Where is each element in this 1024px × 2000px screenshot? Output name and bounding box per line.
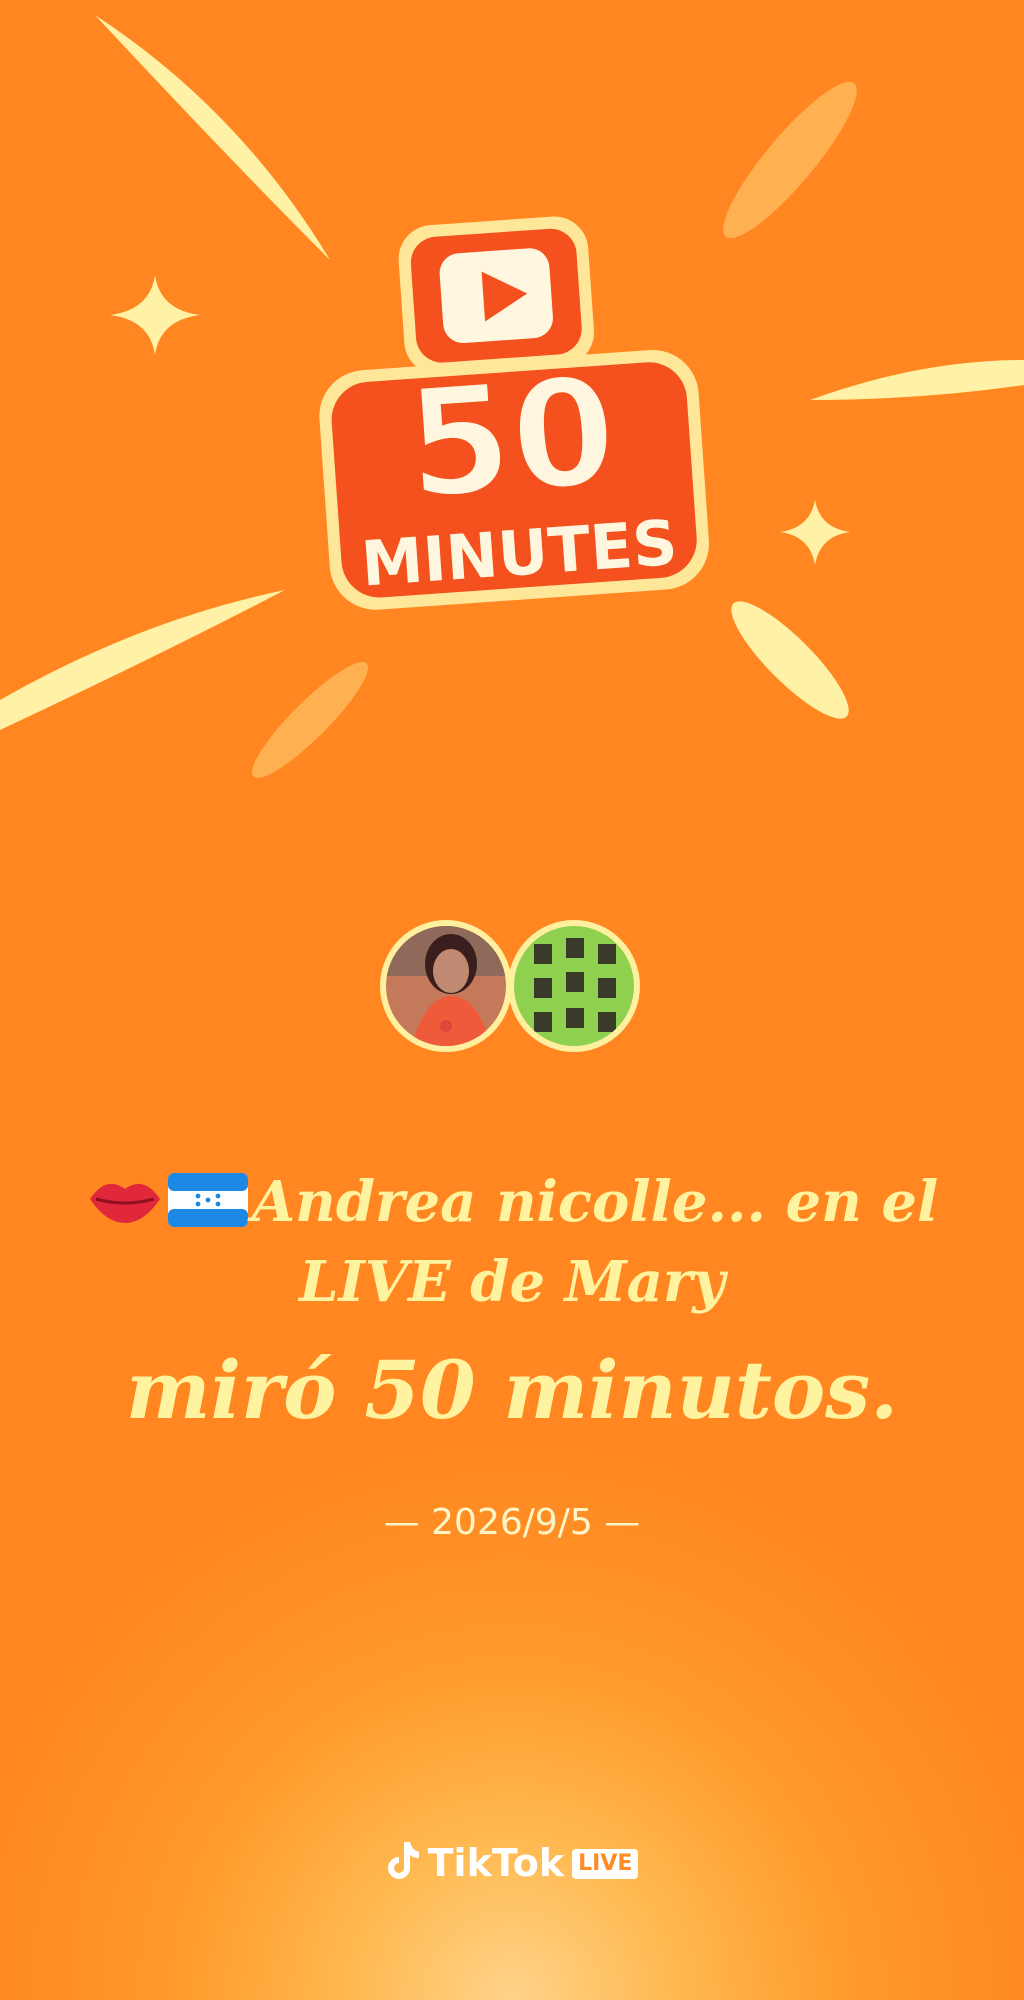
watched-text: miró 50 minutos. — [125, 1343, 899, 1437]
brand-name: TikTok — [427, 1841, 565, 1885]
badge-number: 50 — [401, 345, 621, 533]
message-headline: Andrea nicolle... en el LIVE de Mary — [0, 1165, 1024, 1319]
live-tag: LIVE — [572, 1849, 639, 1879]
host-avatar — [508, 920, 640, 1052]
date-label: — 2026/9/5 — — [383, 1502, 641, 1543]
honduras-flag-emoji — [167, 1171, 248, 1245]
avatar-pair — [0, 920, 1024, 1070]
kiss-mark-emoji — [86, 1171, 164, 1245]
message-line-1: Andrea nicolle... en el — [251, 1169, 939, 1235]
tiktok-note-icon — [386, 1840, 420, 1889]
message-line-2: LIVE de Mary — [299, 1249, 725, 1315]
tiktok-live-logo: TikTok LIVE — [0, 1840, 1024, 1889]
fifty-minutes-badge: 50 MINUTES — [319, 216, 709, 610]
viewer-avatar — [380, 920, 512, 1052]
celebration-card: 50 MINUTES Andrea nicolle... en el LIVE … — [0, 0, 1024, 2000]
